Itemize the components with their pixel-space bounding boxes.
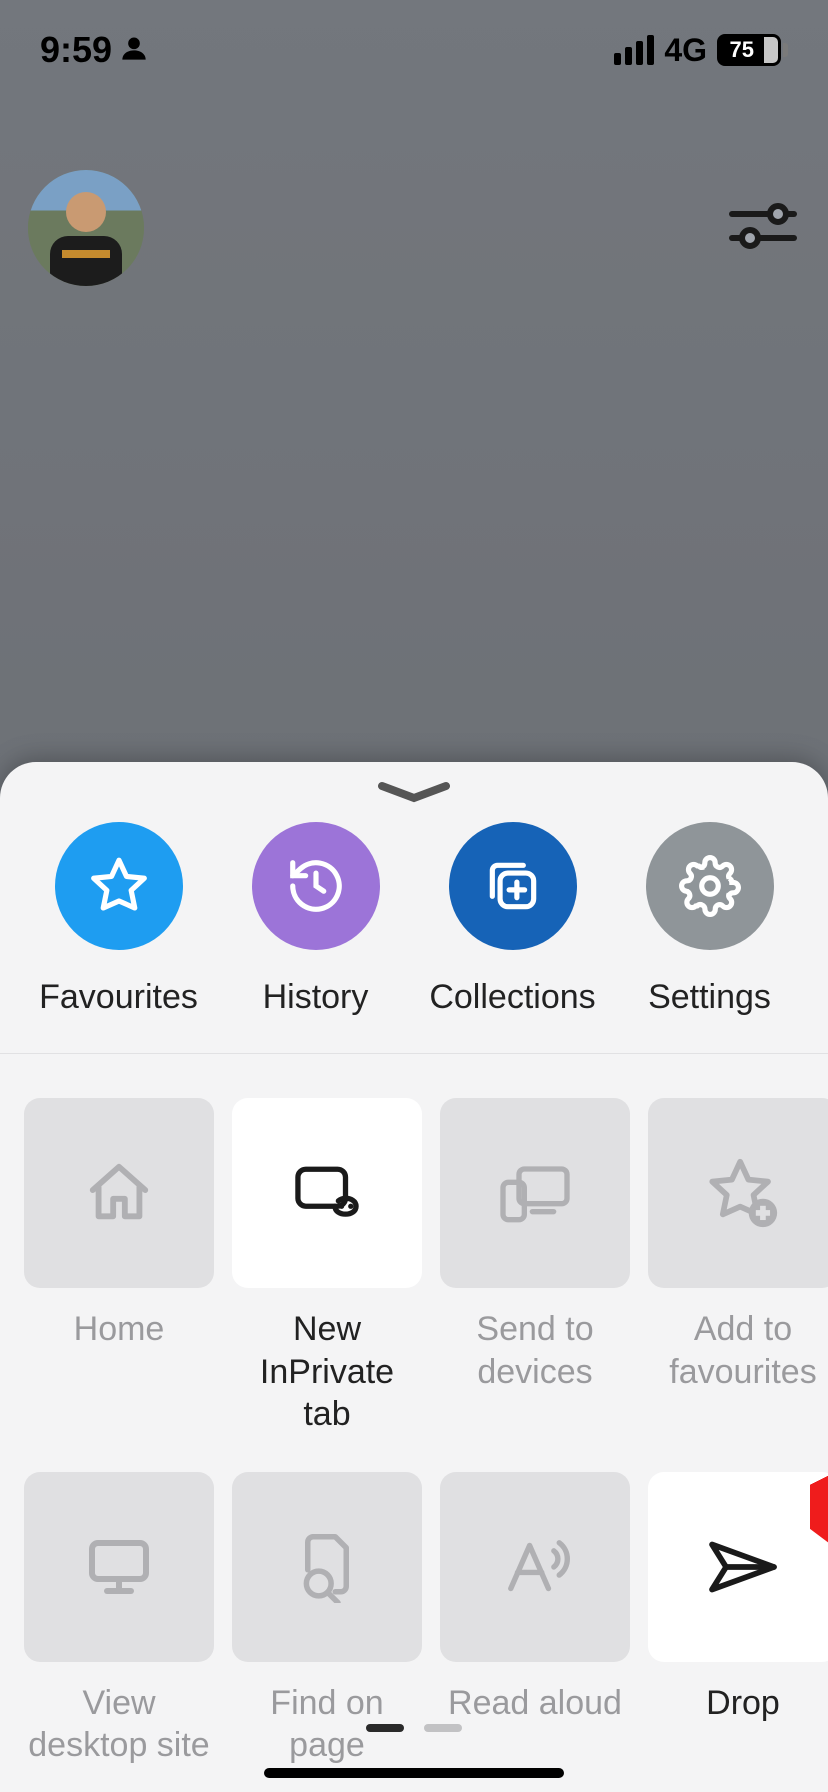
find-page-icon (232, 1472, 422, 1662)
star-icon (55, 822, 183, 950)
history-label: History (263, 978, 369, 1017)
read-aloud-label: Read aloud (448, 1682, 622, 1768)
network-label: 4G (664, 32, 707, 69)
collections-icon (449, 822, 577, 950)
desktop-icon (24, 1472, 214, 1662)
favourites-button[interactable]: Favourites (24, 822, 214, 1017)
status-time: 9:59 (40, 29, 112, 71)
inprivate-icon (232, 1098, 422, 1288)
star-plus-icon (648, 1098, 828, 1288)
history-button[interactable]: History (221, 822, 411, 1017)
home-action: Home (24, 1098, 214, 1436)
profile-avatar[interactable] (28, 170, 144, 286)
send-devices-icon (440, 1098, 630, 1288)
collections-button[interactable]: Collections (418, 822, 608, 1017)
page-indicator[interactable] (366, 1724, 462, 1732)
sheet-action-grid: Home New InPrivate tab Send to devices A… (0, 1054, 828, 1768)
battery-icon: 75 (717, 34, 788, 66)
status-bar: 9:59 4G 75 (0, 0, 828, 100)
sheet-top-row: Favourites History Collections Settings (0, 762, 828, 1054)
browser-top-bar (0, 170, 828, 286)
cellular-signal-icon (614, 35, 654, 65)
home-label: Home (74, 1308, 165, 1394)
settings-button[interactable]: Settings (615, 822, 805, 1017)
collections-label: Collections (429, 978, 595, 1017)
view-desktop-action: View desktop site (24, 1472, 214, 1768)
gear-icon (646, 822, 774, 950)
person-icon (120, 29, 148, 71)
read-aloud-action: Read aloud (440, 1472, 630, 1768)
history-icon (252, 822, 380, 950)
page-dot-1 (366, 1724, 404, 1732)
new-inprivate-label: New InPrivate tab (232, 1308, 422, 1436)
overflow-menu-sheet: Favourites History Collections Settings (0, 762, 828, 1792)
status-right: 4G 75 (614, 32, 788, 69)
send-devices-action: Send to devices (440, 1098, 630, 1436)
settings-label: Settings (648, 978, 771, 1017)
status-left: 9:59 (40, 29, 148, 71)
favourites-label: Favourites (39, 978, 198, 1017)
send-devices-label: Send to devices (440, 1308, 630, 1394)
drop-action[interactable]: Drop (648, 1472, 828, 1768)
send-icon (648, 1472, 828, 1662)
screen: 9:59 4G 75 (0, 0, 828, 1792)
home-icon (24, 1098, 214, 1288)
drop-label: Drop (706, 1682, 780, 1768)
battery-percent: 75 (720, 37, 764, 63)
read-aloud-icon (440, 1472, 630, 1662)
home-indicator[interactable] (264, 1768, 564, 1778)
add-favourites-action: Add to favourites (648, 1098, 828, 1436)
page-dot-2 (424, 1724, 462, 1732)
sheet-grabber[interactable] (374, 780, 454, 804)
new-inprivate-action[interactable]: New InPrivate tab (232, 1098, 422, 1436)
view-desktop-label: View desktop site (24, 1682, 214, 1768)
add-favourites-label: Add to favourites (648, 1308, 828, 1394)
page-settings-icon[interactable] (726, 196, 800, 261)
